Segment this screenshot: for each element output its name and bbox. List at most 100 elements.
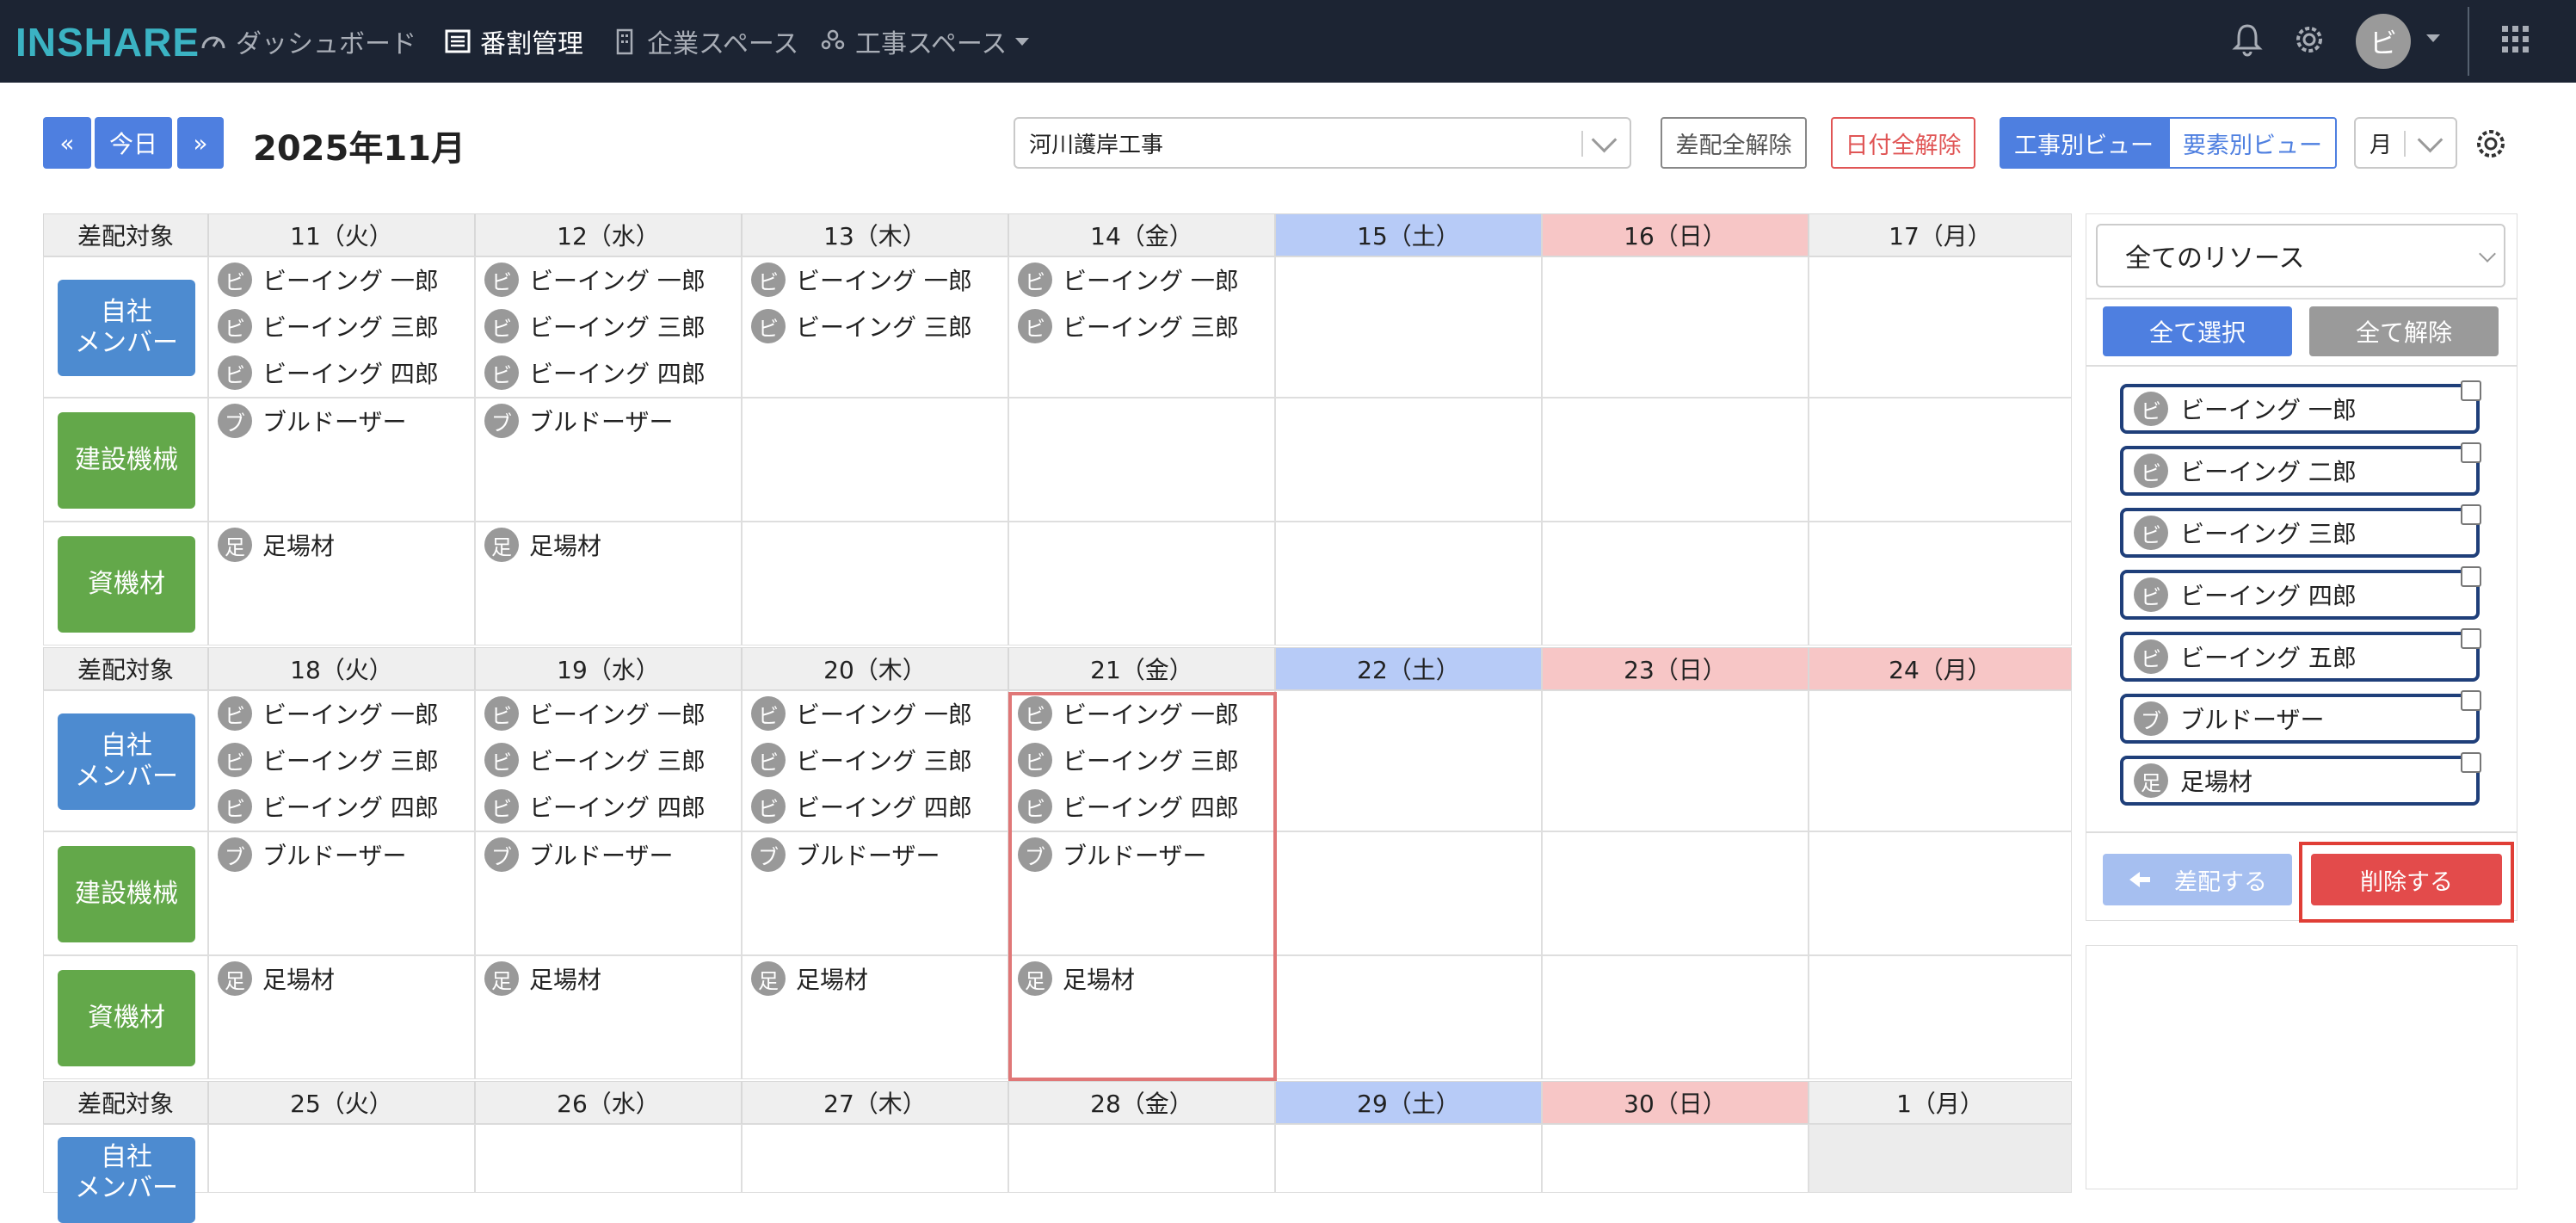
day-cell-members[interactable] <box>1542 1124 1809 1193</box>
day-cell-materials[interactable]: 足足場材 <box>208 955 475 1079</box>
next-month-button[interactable]: » <box>177 117 224 169</box>
resource-chip[interactable]: ビビーイング 四郎 <box>484 789 706 824</box>
day-cell-materials[interactable] <box>1809 522 2072 645</box>
day-cell-machines[interactable] <box>742 398 1008 522</box>
resource-checkbox[interactable] <box>2461 566 2481 587</box>
day-cell-members[interactable] <box>475 1124 742 1193</box>
day-cell-members[interactable] <box>208 1124 475 1193</box>
resource-chip[interactable]: ブブルドーザー <box>218 404 406 438</box>
resource-chip[interactable]: ビビーイング 三郎 <box>484 743 706 777</box>
resource-chip[interactable]: ブブルドーザー <box>751 837 940 872</box>
resource-item[interactable]: ブブルドーザー <box>2120 694 2480 744</box>
day-cell-machines[interactable]: ブブルドーザー <box>208 831 475 955</box>
resource-chip[interactable]: ビビーイング 四郎 <box>751 789 972 824</box>
gear-icon[interactable] <box>2471 124 2511 164</box>
day-cell-members[interactable]: ビビーイング 一郎ビビーイング 三郎 <box>742 256 1008 398</box>
period-select[interactable]: 月 <box>2354 117 2457 169</box>
day-cell-machines[interactable]: ブブルドーザー <box>208 398 475 522</box>
day-cell-members[interactable] <box>1809 1124 2072 1193</box>
today-button[interactable]: 今日 <box>95 117 172 169</box>
day-cell-materials[interactable]: 足足場材 <box>208 522 475 645</box>
resource-chip[interactable]: ビビーイング 一郎 <box>751 263 972 297</box>
resource-chip[interactable]: 足足場材 <box>484 528 601 562</box>
day-cell-members[interactable]: ビビーイング 一郎ビビーイング 三郎 <box>1008 256 1275 398</box>
resource-chip[interactable]: ビビーイング 三郎 <box>751 309 972 343</box>
app-logo[interactable]: INSHARE <box>15 19 200 65</box>
resource-chip[interactable]: ビビーイング 三郎 <box>1018 309 1239 343</box>
resource-item[interactable]: ビビーイング 一郎 <box>2120 384 2480 434</box>
day-cell-members[interactable] <box>1275 690 1542 831</box>
resource-filter-select[interactable]: 全てのリソース <box>2096 224 2505 287</box>
resource-chip[interactable]: ビビーイング 一郎 <box>484 696 706 731</box>
category-members-button[interactable]: 自社 メンバー <box>58 713 195 810</box>
resource-checkbox[interactable] <box>2461 442 2481 463</box>
resource-checkbox[interactable] <box>2461 380 2481 401</box>
resource-chip[interactable]: 足足場材 <box>218 961 335 996</box>
project-view-button[interactable]: 工事別ビュー <box>2000 117 2168 169</box>
resource-chip[interactable]: ビビーイング 一郎 <box>751 696 972 731</box>
day-cell-materials[interactable] <box>1008 522 1275 645</box>
day-cell-members[interactable] <box>1275 256 1542 398</box>
delete-button[interactable]: 削除する <box>2311 854 2502 905</box>
day-cell-machines[interactable] <box>1275 831 1542 955</box>
day-cell-materials[interactable] <box>1275 522 1542 645</box>
day-cell-materials[interactable]: 足足場材 <box>475 522 742 645</box>
day-cell-machines[interactable] <box>1008 398 1275 522</box>
gear-icon[interactable] <box>2290 21 2328 59</box>
day-cell-machines[interactable]: ブブルドーザー <box>475 831 742 955</box>
day-cell-members[interactable] <box>1008 1124 1275 1193</box>
resource-chip[interactable]: ブブルドーザー <box>484 404 673 438</box>
resource-item[interactable]: ビビーイング 四郎 <box>2120 570 2480 620</box>
day-cell-materials[interactable] <box>1275 955 1542 1079</box>
category-machines-button[interactable]: 建設機械 <box>58 412 195 509</box>
day-cell-materials[interactable] <box>1542 955 1809 1079</box>
resource-chip[interactable]: ブブルドーザー <box>218 837 406 872</box>
resource-item[interactable]: ビビーイング 五郎 <box>2120 632 2480 682</box>
day-cell-members[interactable]: ビビーイング 一郎ビビーイング 三郎ビビーイング 四郎 <box>475 690 742 831</box>
resource-chip[interactable]: 足足場材 <box>484 961 601 996</box>
day-cell-members[interactable] <box>1275 1124 1542 1193</box>
day-cell-members[interactable] <box>1542 256 1809 398</box>
day-cell-machines[interactable] <box>1275 398 1542 522</box>
resource-chip[interactable]: 足足場材 <box>751 961 868 996</box>
clear-dates-button[interactable]: 日付全解除 <box>1831 117 1975 169</box>
day-cell-members[interactable] <box>1542 690 1809 831</box>
resource-chip[interactable]: 足足場材 <box>218 528 335 562</box>
resource-chip[interactable]: ビビーイング 三郎 <box>218 743 439 777</box>
nav-construction-space[interactable]: 工事スペース <box>819 22 1030 60</box>
day-cell-machines[interactable] <box>1542 831 1809 955</box>
resource-chip[interactable]: ビビーイング 四郎 <box>484 355 706 390</box>
resource-chip[interactable]: ビビーイング 三郎 <box>218 309 439 343</box>
day-cell-materials[interactable]: 足足場材 <box>475 955 742 1079</box>
nav-dashboard[interactable]: ダッシュボード <box>200 22 416 60</box>
day-cell-machines[interactable]: ブブルドーザー <box>742 831 1008 955</box>
element-view-button[interactable]: 要素別ビュー <box>2168 117 2337 169</box>
category-members-button[interactable]: 自社 メンバー <box>58 280 195 376</box>
day-cell-members[interactable] <box>1809 690 2072 831</box>
user-avatar[interactable]: ビ <box>2356 14 2411 69</box>
day-cell-members[interactable]: ビビーイング 一郎ビビーイング 三郎ビビーイング 四郎 <box>742 690 1008 831</box>
day-cell-machines[interactable]: ブブルドーザー <box>475 398 742 522</box>
day-cell-materials[interactable] <box>742 522 1008 645</box>
category-machines-button[interactable]: 建設機械 <box>58 846 195 942</box>
deselect-all-button[interactable]: 全て解除 <box>2309 306 2499 356</box>
day-cell-members[interactable]: ビビーイング 一郎ビビーイング 三郎ビビーイング 四郎 <box>208 690 475 831</box>
resource-item[interactable]: 足足場材 <box>2120 756 2480 806</box>
resource-chip[interactable]: ビビーイング 一郎 <box>1018 263 1239 297</box>
day-cell-members[interactable] <box>1809 256 2072 398</box>
resource-chip[interactable]: ビビーイング 一郎 <box>218 263 439 297</box>
resource-chip[interactable]: ビビーイング 一郎 <box>484 263 706 297</box>
nav-schedule[interactable]: 番割管理 <box>444 22 583 60</box>
assign-button[interactable]: 差配する <box>2103 854 2292 905</box>
day-cell-members[interactable] <box>742 1124 1008 1193</box>
resource-checkbox[interactable] <box>2461 504 2481 525</box>
resource-checkbox[interactable] <box>2461 752 2481 773</box>
day-cell-materials[interactable] <box>1542 522 1809 645</box>
resource-chip[interactable]: ビビーイング 四郎 <box>218 355 439 390</box>
category-materials-button[interactable]: 資機材 <box>58 970 195 1066</box>
resource-item[interactable]: ビビーイング 二郎 <box>2120 446 2480 496</box>
day-cell-machines[interactable] <box>1809 398 2072 522</box>
bell-icon[interactable] <box>2228 21 2266 59</box>
resource-chip[interactable]: ビビーイング 四郎 <box>218 789 439 824</box>
resource-item[interactable]: ビビーイング 三郎 <box>2120 508 2480 558</box>
